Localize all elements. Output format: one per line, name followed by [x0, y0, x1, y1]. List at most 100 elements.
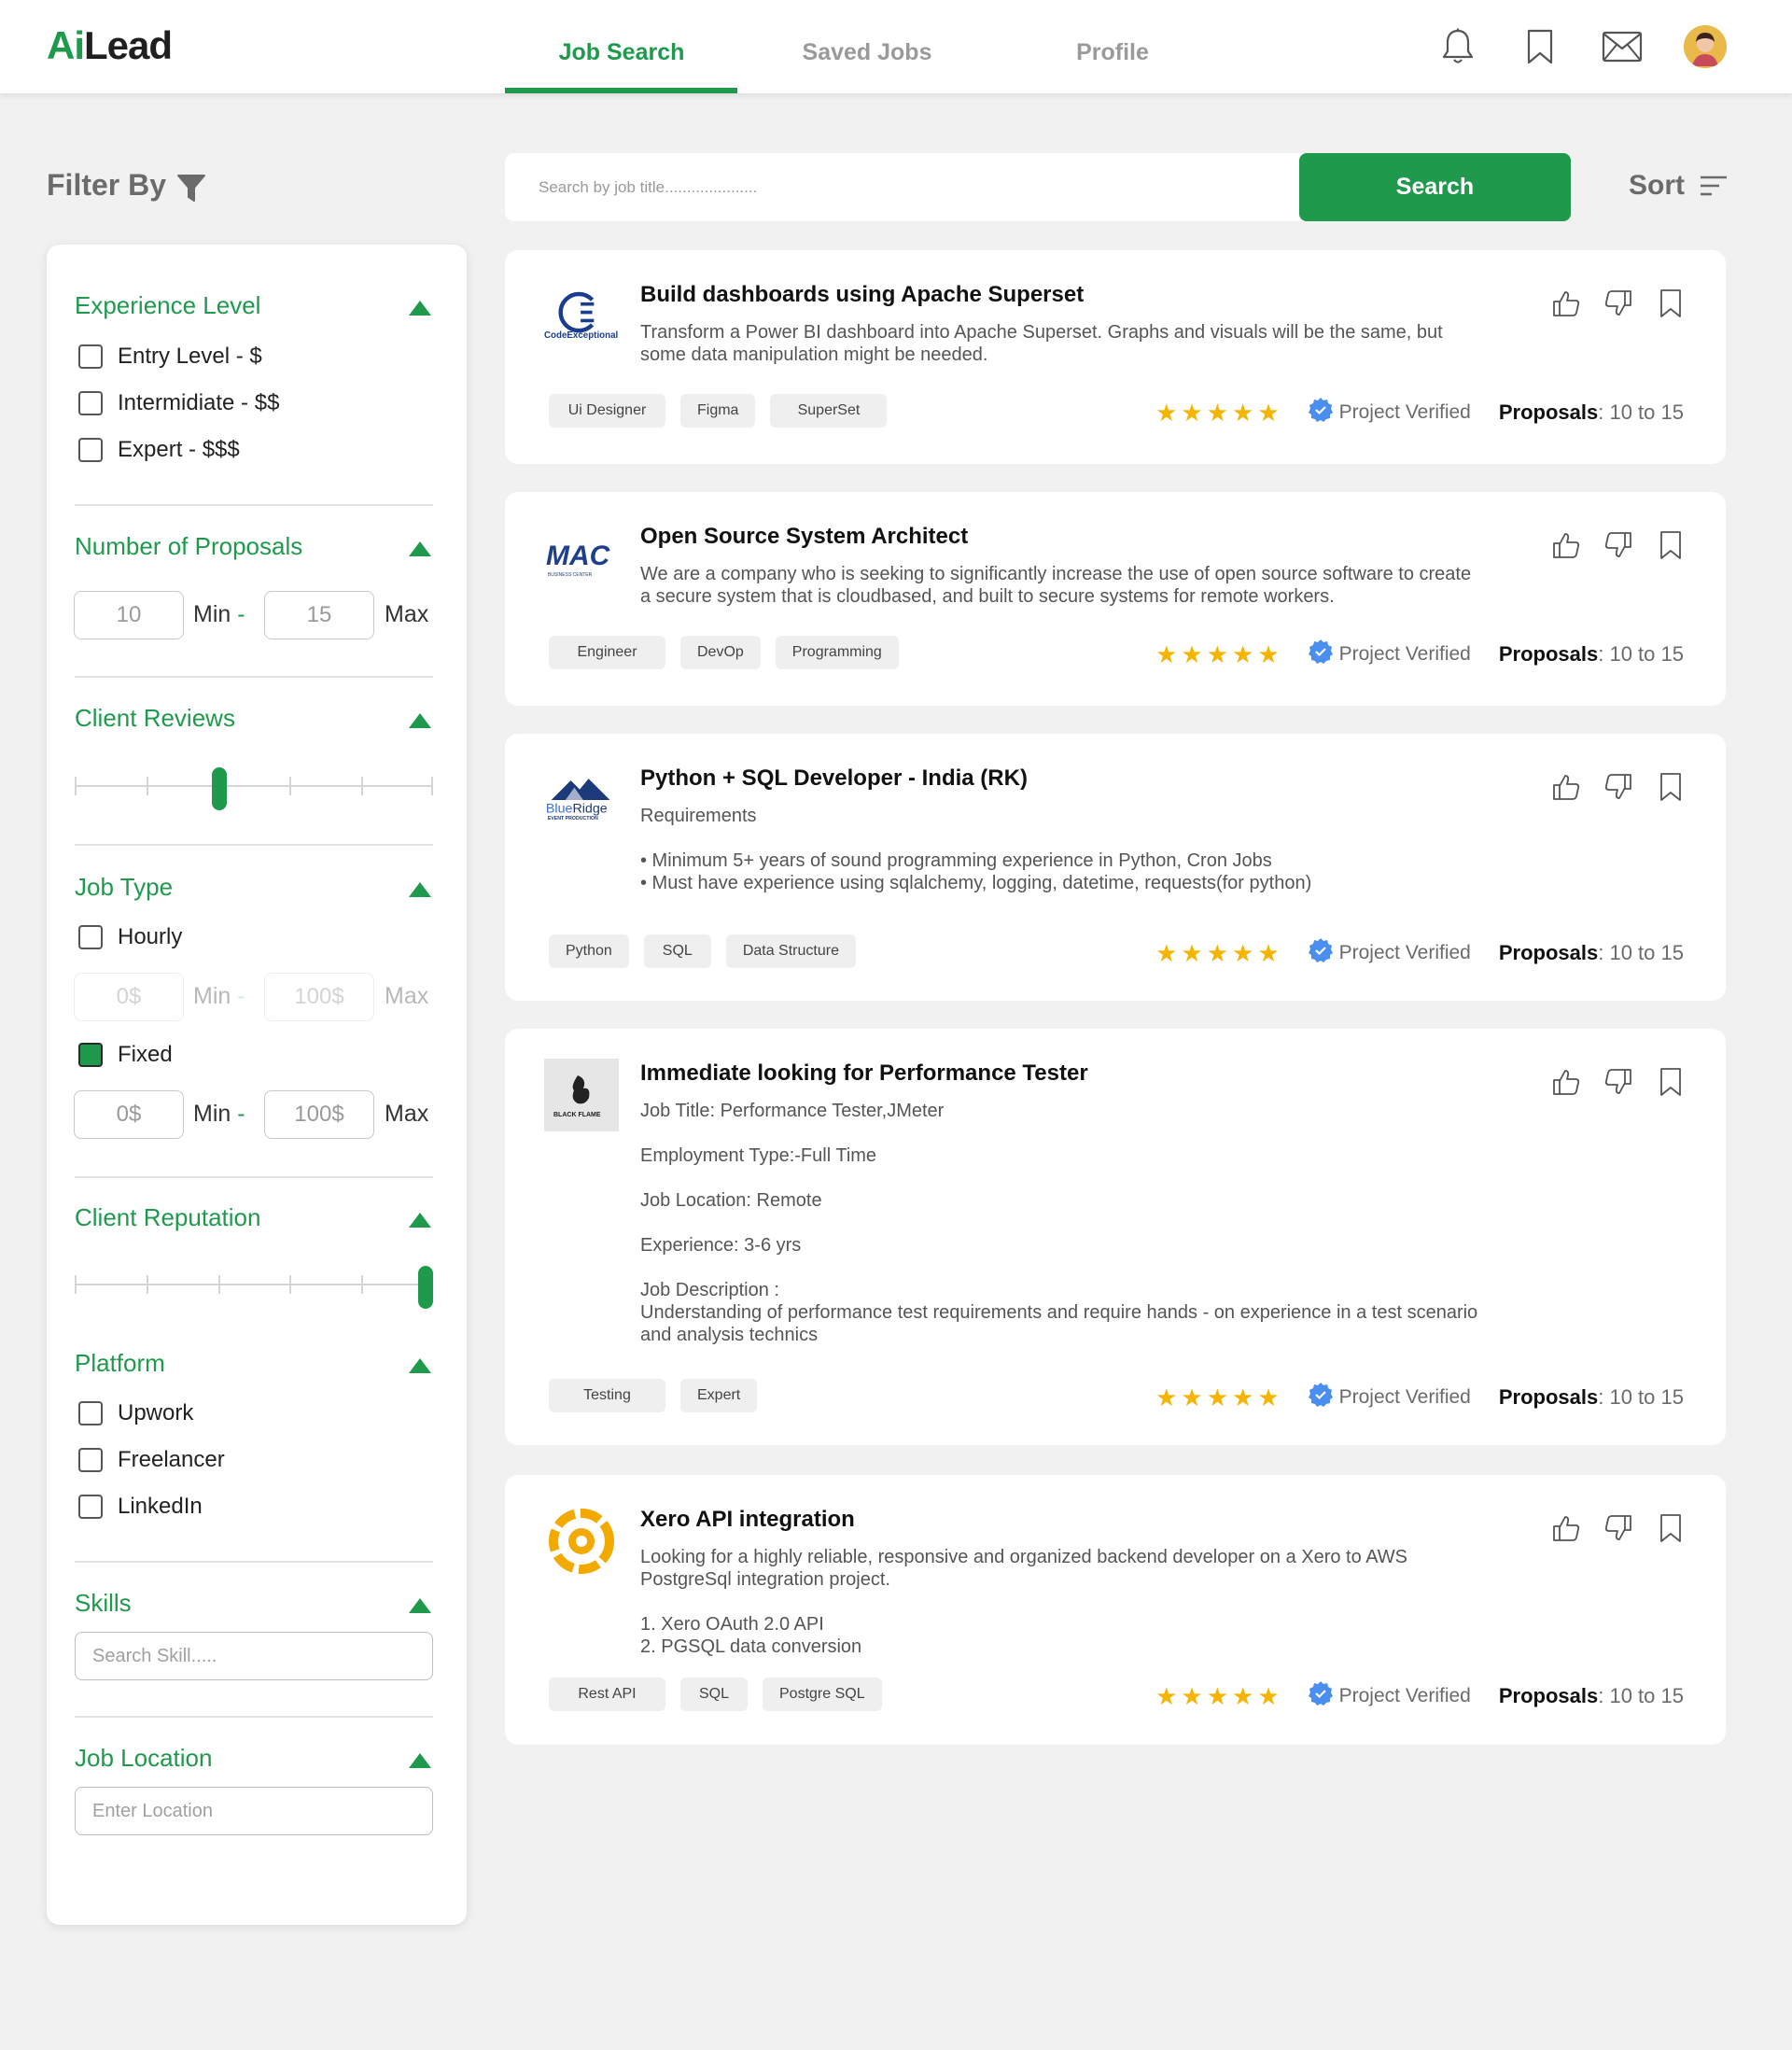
client-reviews-collapse-icon[interactable]	[409, 713, 431, 728]
skill-tag[interactable]: Postgre SQL	[763, 1678, 882, 1711]
sort-button[interactable]: Sort	[1629, 170, 1728, 202]
hourly-max-input[interactable]	[264, 973, 374, 1021]
skill-tag[interactable]: SuperSet	[770, 394, 888, 428]
bookmark-icon[interactable]	[1655, 288, 1687, 319]
job-title[interactable]: Immediate looking for Performance Tester	[640, 1060, 1088, 1087]
bookmark-icon[interactable]	[1655, 1066, 1687, 1098]
checkbox[interactable]	[78, 1495, 103, 1519]
funnel-icon[interactable]	[177, 174, 205, 208]
skill-tag[interactable]: Data Structure	[725, 934, 856, 968]
skill-tag[interactable]: Ui Designer	[549, 394, 665, 428]
proposals-collapse-icon[interactable]	[409, 541, 431, 556]
slider-thumb[interactable]	[418, 1266, 433, 1309]
job-type-collapse-icon[interactable]	[409, 882, 431, 897]
job-card[interactable]: CodeExceptional Build dashboards using Ap…	[505, 250, 1726, 464]
client-reviews-title: Client Reviews	[75, 704, 235, 732]
slider-tick	[361, 1275, 363, 1294]
proposals-max-input[interactable]	[264, 591, 374, 639]
thumbs-down-icon[interactable]	[1603, 288, 1634, 319]
verified-label: Project Verified	[1338, 401, 1471, 423]
thumbs-up-icon[interactable]	[1550, 288, 1582, 319]
job-card[interactable]: MAC BUSINESS CENTER Open Source System Arc…	[505, 492, 1726, 706]
bell-icon[interactable]	[1437, 26, 1478, 67]
job-type-hourly[interactable]: Hourly	[78, 924, 182, 950]
job-card[interactable]: BlueRidge EVENT PRODUCTION Python + SQL De…	[505, 734, 1726, 1001]
skills-search-input[interactable]	[75, 1632, 433, 1680]
experience-collapse-icon[interactable]	[409, 301, 431, 316]
job-title[interactable]: Xero API integration	[640, 1507, 855, 1533]
slider-tick	[361, 777, 363, 795]
fixed-min-input[interactable]	[74, 1090, 184, 1139]
skill-tag[interactable]: SQL	[643, 934, 711, 968]
experience-option[interactable]: Entry Level - $	[78, 344, 262, 370]
job-title[interactable]: Python + SQL Developer - India (RK)	[640, 765, 1028, 792]
thumbs-down-icon[interactable]	[1603, 771, 1634, 803]
platform-option[interactable]: Freelancer	[78, 1447, 225, 1473]
star-icon: ★	[1181, 640, 1203, 668]
checkbox[interactable]	[78, 391, 103, 415]
divider	[75, 1176, 433, 1178]
checkbox[interactable]	[78, 1401, 103, 1425]
bookmark-icon[interactable]	[1655, 529, 1687, 561]
thumbs-up-icon[interactable]	[1550, 771, 1582, 803]
job-title[interactable]: Open Source System Architect	[640, 524, 968, 550]
skill-tag[interactable]: Python	[549, 934, 629, 968]
client-reputation-collapse-icon[interactable]	[409, 1213, 431, 1228]
skill-tag[interactable]: Rest API	[549, 1678, 665, 1711]
checkbox[interactable]	[78, 344, 103, 369]
job-meta: ★ ★ ★ ★ ★ Project Verified Proposals: 10 to 15	[1155, 937, 1684, 969]
client-reputation-slider[interactable]	[75, 1266, 433, 1309]
avatar[interactable]	[1684, 25, 1727, 68]
job-location-collapse-icon[interactable]	[409, 1753, 431, 1768]
skill-tag[interactable]: DevOp	[680, 636, 761, 669]
thumbs-up-icon[interactable]	[1550, 529, 1582, 561]
thumbs-up-icon[interactable]	[1550, 1512, 1582, 1544]
experience-level-title: Experience Level	[75, 291, 261, 319]
skill-tag[interactable]: SQL	[680, 1678, 748, 1711]
bookmark-icon[interactable]	[1655, 1512, 1687, 1544]
skill-tag[interactable]: Expert	[680, 1379, 758, 1412]
search-button[interactable]: Search	[1299, 153, 1571, 221]
job-card[interactable]: Xero API integration Looking for a highly…	[505, 1475, 1726, 1745]
checkbox-label: Entry Level - $	[118, 344, 262, 369]
tab-job-search[interactable]: Job Search	[505, 39, 738, 66]
checkbox[interactable]	[78, 925, 103, 949]
skill-tag[interactable]: Programming	[775, 636, 899, 669]
thumbs-up-icon[interactable]	[1550, 1066, 1582, 1098]
mail-icon[interactable]	[1602, 26, 1643, 67]
checkbox[interactable]	[78, 438, 103, 462]
thumbs-down-icon[interactable]	[1603, 1512, 1634, 1544]
job-description: Transform a Power BI dashboard into Apac…	[640, 322, 1443, 365]
hourly-min-input[interactable]	[74, 973, 184, 1021]
skills-collapse-icon[interactable]	[409, 1598, 431, 1613]
checkbox[interactable]	[78, 1448, 103, 1472]
slider-thumb[interactable]	[212, 767, 227, 810]
top-header: AiLead Job Search Saved Jobs Profile	[0, 0, 1792, 93]
bookmark-icon[interactable]	[1519, 26, 1561, 67]
job-search-input[interactable]	[505, 153, 1298, 221]
skill-tag[interactable]: Testing	[549, 1379, 665, 1412]
checkbox[interactable]	[78, 1043, 103, 1067]
skill-tag[interactable]: Figma	[680, 394, 756, 428]
bookmark-icon[interactable]	[1655, 771, 1687, 803]
client-reviews-slider[interactable]	[75, 767, 433, 810]
platform-option[interactable]: Upwork	[78, 1400, 193, 1426]
job-meta: ★ ★ ★ ★ ★ Project Verified Proposals: 10 to 15	[1155, 1382, 1684, 1413]
platform-collapse-icon[interactable]	[409, 1358, 431, 1373]
job-type-fixed[interactable]: Fixed	[78, 1042, 173, 1068]
thumbs-down-icon[interactable]	[1603, 1066, 1634, 1098]
tab-saved-jobs[interactable]: Saved Jobs	[750, 39, 984, 66]
proposals-min-input[interactable]	[74, 591, 184, 639]
location-input[interactable]	[75, 1787, 433, 1835]
job-card[interactable]: BLACK FLAME Immediate looking for Perform…	[505, 1029, 1726, 1445]
thumbs-down-icon[interactable]	[1603, 529, 1634, 561]
fixed-max-input[interactable]	[264, 1090, 374, 1139]
platform-option[interactable]: LinkedIn	[78, 1494, 203, 1520]
experience-option[interactable]: Expert - $$$	[78, 437, 240, 463]
app-logo[interactable]: AiLead	[47, 23, 173, 68]
tab-profile[interactable]: Profile	[996, 39, 1229, 66]
skill-tag[interactable]: Engineer	[549, 636, 665, 669]
job-title[interactable]: Build dashboards using Apache Superset	[640, 282, 1084, 308]
logo-lead: Lead	[84, 23, 173, 67]
experience-option[interactable]: Intermidiate - $$	[78, 390, 279, 416]
